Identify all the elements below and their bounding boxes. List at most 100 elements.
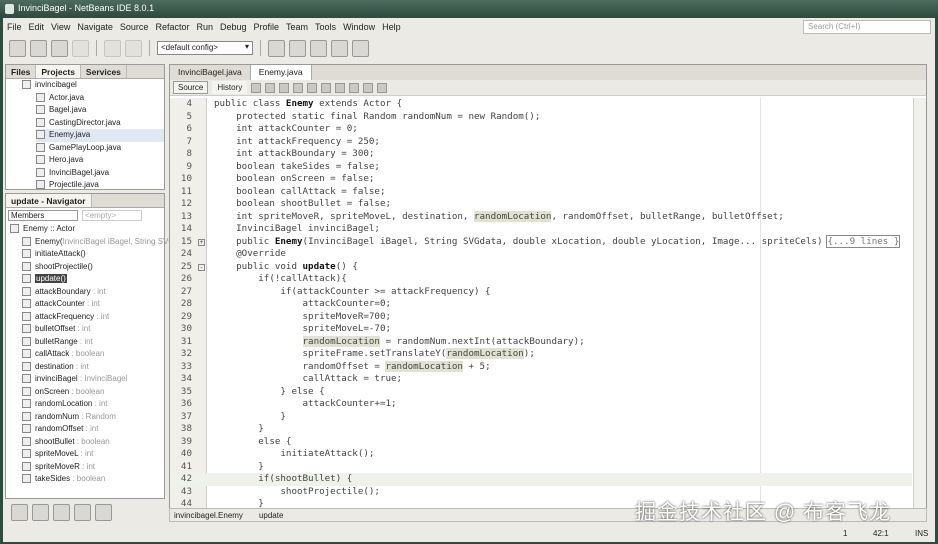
java-file-icon: [36, 117, 45, 127]
expand-fold-icon[interactable]: +: [198, 238, 205, 246]
code-line: 41 }: [170, 461, 912, 474]
menu-view[interactable]: View: [51, 22, 70, 32]
forward-icon[interactable]: [279, 82, 290, 93]
members-select[interactable]: Members: [8, 210, 78, 221]
menu-team[interactable]: Team: [286, 22, 308, 32]
code-area[interactable]: 4 public class Enemy extends Actor {5 pro…: [170, 98, 912, 511]
open-project-icon[interactable]: [51, 39, 68, 57]
file-item[interactable]: Enemy.java: [36, 129, 164, 142]
line-number: 13: [180, 210, 192, 222]
member-item[interactable]: attackBoundary : int: [10, 286, 164, 299]
tab-projects[interactable]: Projects: [36, 65, 81, 78]
watermark: 掘金技术社区 @ 布客飞龙: [635, 501, 891, 524]
breadcrumb-item[interactable]: update: [259, 511, 283, 520]
project-root[interactable]: invincibagel: [22, 79, 164, 92]
comment-icon[interactable]: [363, 82, 374, 93]
profile-icon[interactable]: [352, 39, 369, 57]
member-name: update(): [35, 274, 67, 283]
member-item[interactable]: attackCounter : int: [10, 298, 164, 311]
save-all-icon[interactable]: [72, 39, 89, 57]
tab-services[interactable]: Services: [81, 65, 127, 78]
menu-debug[interactable]: Debug: [220, 22, 247, 32]
debug-icon[interactable]: [331, 39, 348, 57]
menu-edit[interactable]: Edit: [29, 22, 45, 32]
file-item[interactable]: CastingDirector.java: [36, 117, 164, 130]
class-node[interactable]: Enemy :: Actor: [10, 223, 164, 236]
member-item[interactable]: randomNum : Random: [10, 411, 164, 424]
code-token: (InvinciBagel iBagel, String SVGdata, do…: [302, 235, 823, 247]
macro-icon[interactable]: [377, 82, 388, 93]
member-item[interactable]: randomLocation : int: [10, 398, 164, 411]
member-item[interactable]: takeSides : boolean: [10, 473, 164, 486]
line-number: 41: [180, 460, 192, 472]
bookmark-icon[interactable]: [349, 82, 360, 93]
filter-inherited-icon[interactable]: [11, 504, 28, 521]
filter-static-icon[interactable]: [53, 504, 70, 521]
last-edit-icon[interactable]: [251, 82, 262, 93]
menu-help[interactable]: Help: [382, 22, 401, 32]
file-item[interactable]: GamePlayLoop.java: [36, 142, 164, 155]
redo-icon[interactable]: [125, 39, 142, 57]
file-item[interactable]: InvinciBagel.java: [36, 167, 164, 180]
member-item[interactable]: bulletOffset : int: [10, 323, 164, 336]
member-item[interactable]: bulletRange : int: [10, 336, 164, 349]
run-icon[interactable]: [310, 39, 327, 57]
member-item[interactable]: attackFrequency : int: [10, 311, 164, 324]
clean-build-icon[interactable]: [289, 39, 306, 57]
notifications-badge[interactable]: 1: [843, 529, 847, 538]
find-next-icon[interactable]: [321, 82, 332, 93]
filter-fields-icon[interactable]: [32, 504, 49, 521]
undo-icon[interactable]: [104, 39, 121, 57]
filter-select[interactable]: <empty>: [82, 210, 142, 221]
filter-nonpublic-icon[interactable]: [74, 504, 91, 521]
java-file-icon: [36, 167, 45, 177]
member-item[interactable]: update(): [10, 273, 164, 286]
search-input[interactable]: Search (Ctrl+I): [803, 20, 931, 34]
member-item[interactable]: callAttack : boolean: [10, 348, 164, 361]
member-item[interactable]: destination : int: [10, 361, 164, 374]
menu-refactor[interactable]: Refactor: [155, 22, 189, 32]
folded-code-marker[interactable]: {...9 lines }: [826, 234, 901, 248]
editor-tab[interactable]: Enemy.java: [250, 65, 312, 80]
menu-source[interactable]: Source: [120, 22, 149, 32]
code-line: 39 else {: [170, 436, 912, 449]
file-name: Bagel.java: [49, 105, 87, 114]
menu-navigate[interactable]: Navigate: [77, 22, 113, 32]
toggle-highlight-icon[interactable]: [335, 82, 346, 93]
history-button[interactable]: History: [212, 81, 248, 94]
member-item[interactable]: randomOffset : int: [10, 423, 164, 436]
member-item[interactable]: Enemy(InvinciBagel iBagel, String SVG: [10, 236, 175, 249]
file-item[interactable]: Hero.java: [36, 154, 164, 167]
back-icon[interactable]: [265, 82, 276, 93]
member-item[interactable]: shootProjectile(): [10, 261, 164, 274]
source-button[interactable]: Source: [173, 81, 209, 94]
member-item[interactable]: spriteMoveL : int: [10, 448, 164, 461]
member-item[interactable]: shootBullet : boolean: [10, 436, 164, 449]
find-prev-icon[interactable]: [307, 82, 318, 93]
menu-run[interactable]: Run: [196, 22, 213, 32]
collapse-fold-icon[interactable]: -: [198, 263, 205, 271]
find-icon[interactable]: [293, 82, 304, 93]
menu-window[interactable]: Window: [343, 22, 375, 32]
member-item[interactable]: initiateAttack(): [10, 248, 164, 261]
build-icon[interactable]: [268, 39, 285, 57]
code-token: callAttack = true;: [214, 373, 403, 384]
file-item[interactable]: Actor.java: [36, 92, 164, 105]
editor-tab[interactable]: InvinciBagel.java: [170, 65, 251, 80]
vertical-scrollbar[interactable]: [913, 98, 926, 511]
breadcrumb-item[interactable]: invincibagel.Enemy: [174, 511, 243, 520]
new-project-icon[interactable]: [30, 39, 47, 57]
new-file-icon[interactable]: [9, 39, 26, 57]
member-item[interactable]: onScreen : boolean: [10, 386, 164, 399]
sort-icon[interactable]: [95, 504, 112, 521]
member-item[interactable]: spriteMoveR : int: [10, 461, 164, 474]
menu-tools[interactable]: Tools: [315, 22, 336, 32]
config-select[interactable]: <default config>: [157, 41, 253, 55]
editor-tabs: InvinciBagel.java Enemy.java: [170, 65, 926, 80]
file-item[interactable]: Projectile.java: [36, 179, 164, 192]
member-item[interactable]: invinciBagel : InvinciBagel: [10, 373, 164, 386]
file-item[interactable]: Bagel.java: [36, 104, 164, 117]
tab-files[interactable]: Files: [6, 65, 37, 78]
menu-profile[interactable]: Profile: [254, 22, 280, 32]
menu-file[interactable]: File: [7, 22, 22, 32]
